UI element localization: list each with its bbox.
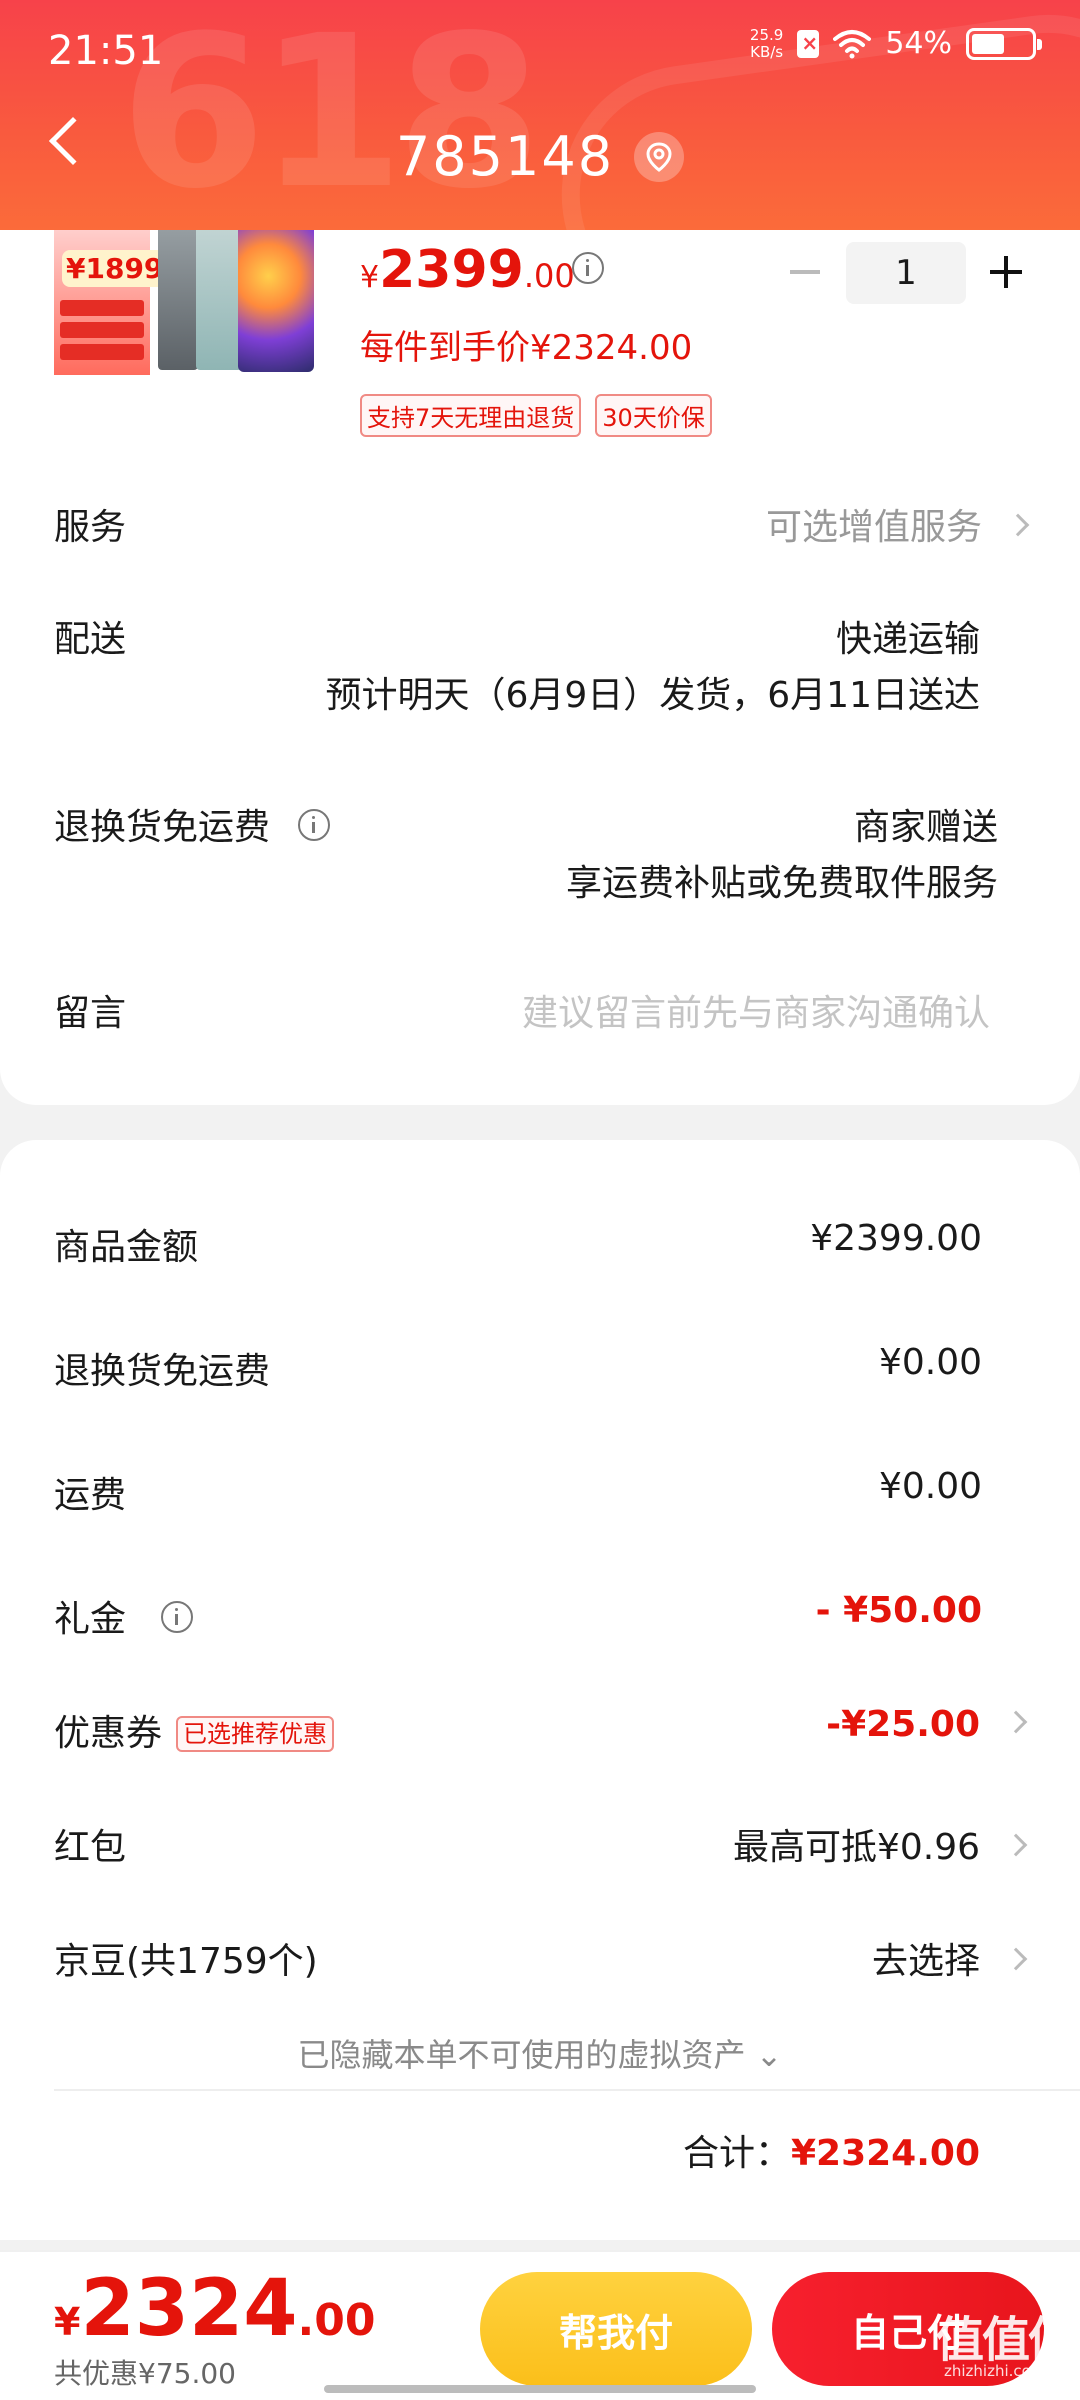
jd-beans-row[interactable]: 京豆(共1759个) 去选择 — [54, 1932, 1028, 1984]
divider — [54, 2089, 1080, 2091]
gift-info-icon[interactable] — [161, 1601, 194, 1633]
red-packet-label: 红包 — [54, 1827, 127, 1868]
chevron-right-icon — [1004, 1947, 1028, 1971]
return-shipping-row[interactable]: 退换货免运费 商家赠送 享运费补贴或免费取件服务 — [54, 798, 1026, 908]
gift-money-label: 礼金 — [54, 1599, 127, 1640]
delivery-estimate: 预计明天（6月9日）发货，6月11日送达 — [325, 675, 980, 716]
return-fee-value: ¥0.00 — [878, 1342, 982, 1383]
goods-amount-label: 商品金额 — [54, 1227, 199, 1268]
return-shipping-detail: 享运费补贴或免费取件服务 — [565, 863, 998, 904]
tag-7day-return: 支持7天无理由退货 — [360, 394, 582, 437]
promo-price: ¥1899 — [62, 250, 168, 287]
message-label: 留言 — [54, 993, 127, 1034]
coupon-value: -¥25.00 — [826, 1704, 980, 1745]
home-indicator[interactable] — [324, 2385, 756, 2393]
total-saved: 共优惠¥75.00 — [54, 2357, 236, 2390]
tag-price-protect: 30天价保 — [595, 394, 712, 437]
page-title: 785148 — [395, 125, 615, 188]
shipping-value: ¥0.00 — [878, 1466, 982, 1507]
tablet-green — [196, 215, 242, 370]
battery-percent: 54% — [885, 26, 952, 61]
network-speed: 25.9 KB/s — [749, 25, 784, 61]
promo-618-background: 618 — [120, 0, 542, 230]
product-tags: 支持7天无理由退货 30天价保 — [360, 394, 712, 437]
total-value: ¥2324.00 — [790, 2133, 980, 2174]
battery-icon — [966, 27, 1042, 60]
product-price: ¥ 2399 .00 — [360, 240, 575, 300]
title-area: 785148 — [0, 125, 1080, 188]
info-icon[interactable] — [298, 809, 331, 841]
total-row: 合计：¥2324.00 — [683, 2124, 980, 2176]
quantity-field[interactable]: 1 — [846, 242, 966, 304]
price-info-icon[interactable] — [572, 252, 604, 284]
red-packet-row[interactable]: 红包 最高可抵¥0.96 — [54, 1818, 1028, 1870]
site-watermark: 值值值 — [936, 2312, 1076, 2368]
return-shipping-label: 退换货免运费 — [54, 807, 271, 848]
coupon-label: 优惠券 — [54, 1713, 163, 1754]
sim-icon — [797, 29, 820, 58]
chevron-right-icon — [1006, 513, 1030, 537]
jd-beans-value: 去选择 — [871, 1941, 980, 1982]
delivery-label: 配送 — [54, 619, 127, 660]
per-item-price: 每件到手价¥2324.00 — [360, 328, 693, 368]
shipping-label: 运费 — [54, 1475, 127, 1516]
help-pay-button[interactable]: 帮我付 — [480, 2272, 752, 2386]
delivery-method: 快递运输 — [835, 619, 980, 660]
delivery-row[interactable]: 配送 快递运输 预计明天（6月9日）发货，6月11日送达 — [54, 610, 1026, 720]
gift-money-value: - ¥50.00 — [815, 1590, 982, 1631]
goods-amount-value: ¥2399.00 — [810, 1218, 982, 1259]
chevron-right-icon — [1004, 1833, 1028, 1857]
header-bar: 618 21:51 25.9 KB/s 54% 785148 — [0, 0, 1080, 230]
hidden-assets-toggle[interactable]: 已隐藏本单不可使用的虚拟资产 ⌄ — [0, 2030, 1080, 2076]
gift-money-row: 礼金 - ¥50.00 — [54, 1590, 1024, 1642]
checkout-bar: ¥ 2324 .00 共优惠¥75.00 帮我付 自己付 — [0, 2250, 1080, 2400]
return-fee-label: 退换货免运费 — [54, 1351, 271, 1392]
total-label: 合计： — [682, 2133, 791, 2174]
wifi-icon — [833, 29, 872, 58]
return-fee-row: 退换货免运费 ¥0.00 — [54, 1342, 1024, 1394]
chevron-right-icon — [1004, 1710, 1028, 1734]
quantity-increase-button[interactable] — [990, 256, 1022, 288]
order-detail-card: ¥1899 ¥ 2399 .00 1 每件到手价¥2324.00 支持7天无理由… — [0, 200, 1080, 1105]
final-price: ¥ 2324 .00 — [54, 2264, 376, 2354]
tablet-gray — [158, 220, 198, 370]
status-icons: 25.9 KB/s 54% — [749, 25, 1042, 61]
message-input[interactable]: 建议留言前先与商家沟通确认 — [522, 984, 990, 1036]
tablet-screen — [238, 212, 314, 372]
jd-beans-label: 京豆(共1759个) — [54, 1941, 318, 1982]
service-value: 可选增值服务 — [766, 498, 1030, 550]
goods-amount-row: 商品金额 ¥2399.00 — [54, 1218, 1024, 1270]
red-packet-value: 最高可抵¥0.96 — [732, 1827, 980, 1868]
coupon-tag: 已选推荐优惠 — [176, 1715, 335, 1752]
message-row[interactable]: 留言 建议留言前先与商家沟通确认 — [54, 984, 1026, 1044]
return-shipping-value: 商家赠送 — [853, 807, 998, 848]
quantity-decrease-button[interactable] — [790, 270, 820, 274]
site-watermark-url: zhizhizhi.com — [944, 2362, 1046, 2380]
shipping-row: 运费 ¥0.00 — [54, 1466, 1024, 1518]
status-time: 21:51 — [48, 28, 164, 74]
coupon-row[interactable]: 优惠券 已选推荐优惠 -¥25.00 — [54, 1704, 1028, 1756]
service-label: 服务 — [54, 507, 127, 548]
service-row[interactable]: 服务 可选增值服务 — [54, 498, 1030, 558]
location-pin-icon[interactable] — [634, 131, 685, 182]
